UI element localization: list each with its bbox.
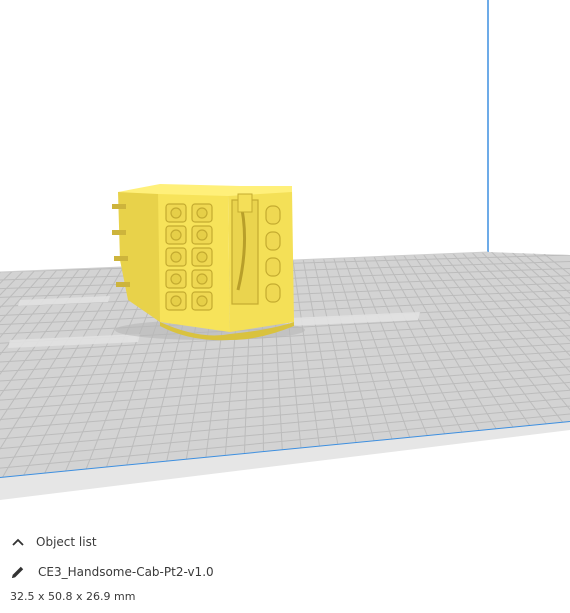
object-name: CE3_Handsome-Cab-Pt2-v1.0 bbox=[38, 565, 214, 579]
object-panel: Object list CE3_Handsome-Cab-Pt2-v1.0 32… bbox=[0, 520, 570, 613]
object-list-toggle[interactable]: Object list bbox=[10, 534, 97, 550]
object-list-label: Object list bbox=[36, 535, 97, 549]
pencil-icon[interactable] bbox=[10, 564, 26, 580]
object-dimensions: 32.5 x 50.8 x 26.9 mm bbox=[10, 590, 136, 603]
build-plate-viewport[interactable] bbox=[0, 0, 570, 520]
object-name-row: CE3_Handsome-Cab-Pt2-v1.0 bbox=[10, 564, 214, 580]
chevron-up-icon bbox=[10, 534, 26, 550]
